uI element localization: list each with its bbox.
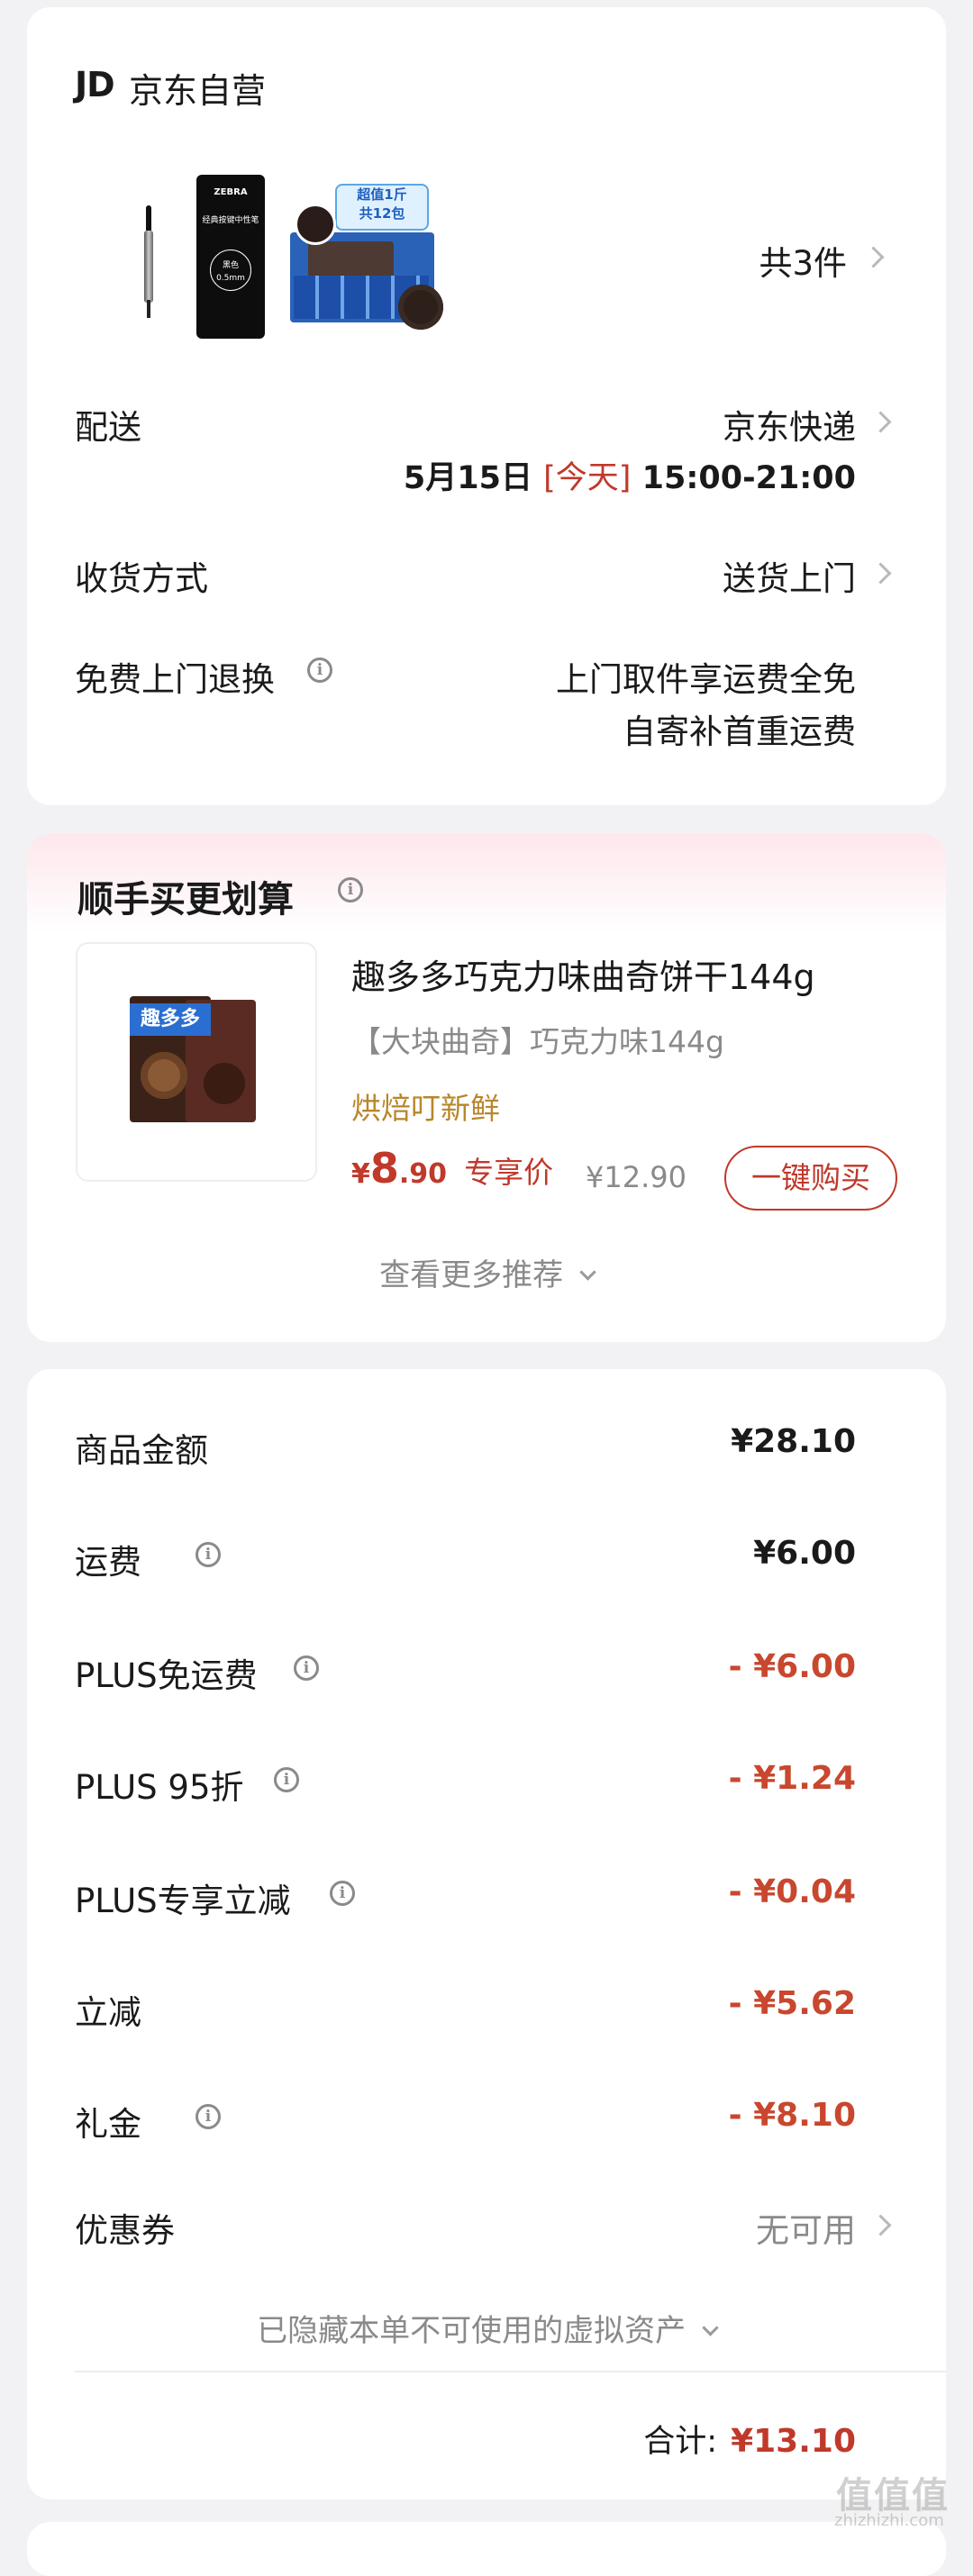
next-card-edge [27,2522,946,2576]
price-row-label: PLUS 95折 [75,1768,244,1807]
receive-method-label: 收货方式 [75,559,208,598]
chevron-right-icon [869,2214,892,2236]
recommend-title: 顺手买更划算 [77,879,294,921]
free-return-value-2: 自寄补首重运费 [623,712,856,751]
coupon-label: 优惠券 [75,2211,175,2250]
info-icon[interactable]: i [274,1767,299,1792]
price-row-value: ¥6.00 [753,1535,856,1572]
one-click-buy-button[interactable]: 一键购买 [724,1146,897,1211]
recommend-card: 顺手买更划算 i 趣多多 趣多多巧克力味曲奇饼干144g 【大块曲奇】巧克力味1… [27,834,946,1342]
delivery-today: [今天] [543,460,632,496]
delivery-time-range: 15:00-21:00 [641,460,856,496]
price-row-value: - ¥0.04 [728,1873,856,1910]
chevron-right-icon [862,246,885,268]
price-row-label: PLUS免运费 [75,1656,258,1695]
free-return-label: 免费上门退换 [75,660,275,699]
pen-box-image: ZEBRA 经典按键中性笔 黑色 0.5mm [196,175,265,339]
price-row-label: 商品金额 [75,1431,208,1470]
cookie-box-image: 超值1斤 共12包 [290,178,452,331]
price-row-value: - ¥1.24 [728,1760,856,1797]
delivery-date: 5月15日 [403,460,532,496]
delivery-label: 配送 [75,408,141,447]
chevron-right-icon [869,411,892,433]
chevron-right-icon [869,562,892,585]
shipping-card: JD 京东自营 ZEBRA 经典按键中性笔 黑色0.5mm 超值1斤共12包 [27,7,946,805]
product-spec: 【大块曲奇】巧克力味144g [351,1024,724,1059]
price-row-label: 礼金 [75,2105,141,2144]
total-value: ¥13.10 [731,2423,856,2460]
info-icon[interactable]: i [196,2104,221,2129]
total: 合计: ¥13.10 [643,2416,856,2462]
free-return-value-1: 上门取件享运费全免 [556,660,856,699]
info-icon[interactable]: i [196,1542,221,1567]
product-price: ¥8.90 专享价 [351,1144,554,1193]
receive-method-value[interactable]: 送货上门 [723,551,856,600]
see-more-recommend[interactable]: 查看更多推荐 [27,1250,946,1294]
brand-name: 京东自营 [129,71,267,111]
hidden-assets-toggle[interactable]: 已隐藏本单不可使用的虚拟资产 [27,2306,946,2350]
price-row-value: - ¥6.00 [728,1648,856,1685]
chevron-down-icon [579,1264,596,1281]
info-icon[interactable]: i [307,658,332,683]
pen-image [144,205,153,322]
price-row-value: ¥28.10 [731,1423,856,1460]
watermark-url: zhizhizhi.com [834,2511,944,2530]
original-price: ¥12.90 [586,1160,687,1194]
info-icon[interactable]: i [338,877,363,903]
info-icon[interactable]: i [294,1655,319,1681]
product-thumbnails[interactable]: ZEBRA 经典按键中性笔 黑色 0.5mm 超值1斤 共12包 共3件 [63,160,928,340]
chevron-down-icon [702,2319,719,2336]
delivery-method[interactable]: 京东快递 [723,400,856,449]
price-row-value: - ¥8.10 [728,2097,856,2134]
info-icon[interactable]: i [330,1881,355,1906]
divider [75,2371,946,2372]
delivery-time[interactable]: 5月15日 [今天] 15:00-21:00 [404,452,856,498]
total-label: 合计: [643,2424,717,2460]
price-row-label: 运费 [75,1543,141,1582]
price-card: 商品金额 ¥28.10 运费 i ¥6.00 PLUS免运费 i - ¥6.00… [27,1369,946,2499]
price-row-label: PLUS专享立减 [75,1882,291,1920]
price-row-value: - ¥5.62 [728,1985,856,2022]
product-name[interactable]: 趣多多巧克力味曲奇饼干144g [351,949,815,999]
product-tag: 烘焙叮新鲜 [351,1091,500,1126]
item-count: 共3件 [759,244,847,283]
price-row-label: 立减 [75,1993,141,2032]
product-image[interactable]: 趣多多 [76,942,317,1182]
jd-logo: JD [75,65,115,104]
coupon-value[interactable]: 无可用 [756,2203,856,2252]
